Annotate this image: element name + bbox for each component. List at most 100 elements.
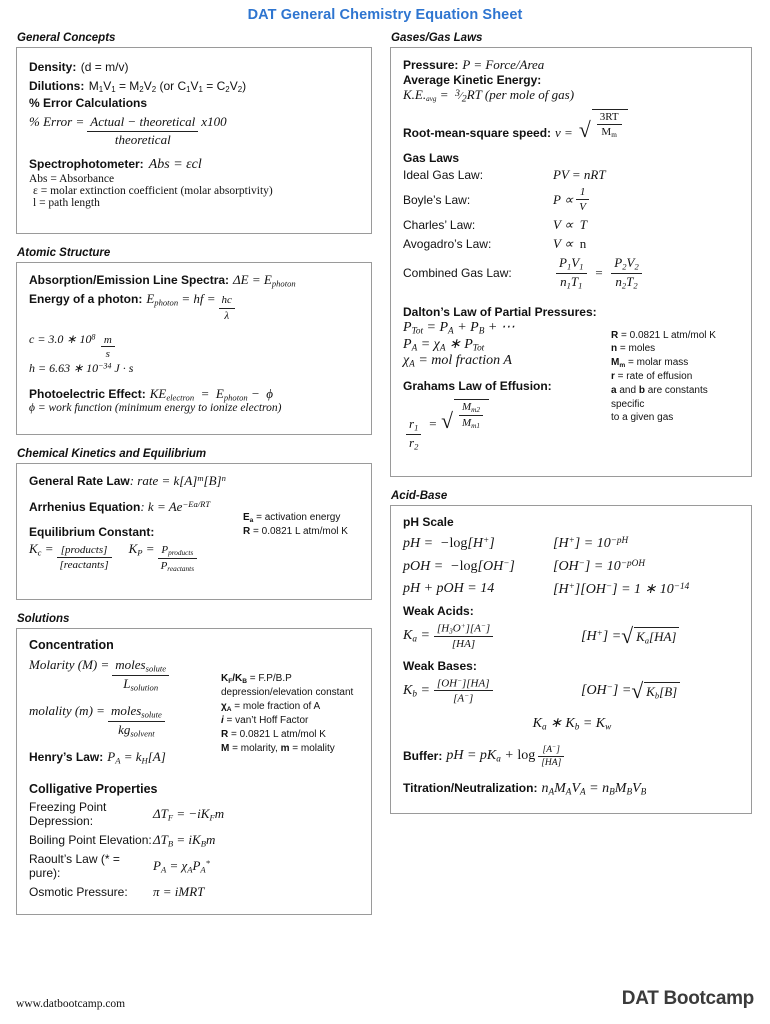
- pressure-row: Pressure: P = Force/Area: [403, 57, 741, 73]
- titration-row: Titration/Neutralization: nAMAVA = nBMBV…: [403, 781, 741, 797]
- colligative-row-freezing: Freezing Point Depression: ΔTF = −iKFm: [29, 800, 361, 828]
- colligative-label: Colligative Properties: [29, 781, 158, 796]
- kc-denominator: [reactants]: [59, 559, 109, 572]
- colligative-row-boiling: Boiling Point Elevation: ΔTB = iKBm: [29, 832, 361, 848]
- website-url[interactable]: www.datbootcamp.com: [16, 998, 125, 1010]
- ka-numerator: [H3O+][A−]: [433, 622, 494, 638]
- gas-law-row-boyle: Boyle’s Law: P ∝ 1 V: [403, 186, 741, 214]
- kc-symbol: Kc =: [29, 541, 54, 558]
- combined-right-fraction: P2V2 n2T2: [611, 255, 642, 291]
- osmotic-pressure-equation: π = iMRT: [153, 884, 205, 900]
- kinetics-note-r: R = 0.0821 L atm/mol K: [243, 526, 348, 538]
- raoults-law-label: Raoult’s Law (* = pure):: [29, 852, 120, 881]
- kp-fraction: Pproducts Preactants: [157, 544, 198, 574]
- buffer-denominator: [HA]: [541, 758, 562, 769]
- titration-label: Titration/Neutralization:: [403, 781, 538, 795]
- percent-error-equation: % Error = Actual − theoretical theoretic…: [29, 114, 361, 147]
- kw-relation: [H+][OH−] = 1 ∗ 10−14: [553, 580, 690, 598]
- colligative-row-raoult: Raoult’s Law (* = pure): PA = χAPA*: [29, 852, 361, 880]
- photon-energy-equation: Ephoton = hf =: [146, 291, 216, 308]
- dalton-equation-2: PA = χA ∗ PTot: [403, 336, 485, 353]
- graham-den: r2: [409, 434, 419, 451]
- avogadros-law-label: Avogadro’s Law:: [403, 236, 492, 251]
- buffer-fraction: [A−] [HA]: [538, 744, 565, 769]
- rms-radicand: 3RT Mm: [591, 108, 628, 139]
- buffer-label: Buffer:: [403, 749, 443, 764]
- section-heading-gases: Gases/Gas Laws: [391, 32, 483, 44]
- constant-h: h = 6.63 ∗ 10−34 J · s: [29, 360, 134, 375]
- molarity-fraction: molessolute Lsolution: [112, 658, 170, 693]
- equation-sheet-page: DAT General Chemistry Equation Sheet Gen…: [0, 0, 770, 1024]
- photon-numerator: hc: [218, 294, 235, 309]
- spectro-note-epsilon: ε = molar extinction coefficient (molar …: [33, 185, 273, 198]
- h-from-ka: [H+] = √ Ka[HA]: [581, 625, 680, 647]
- kp-denominator: Preactants: [160, 560, 195, 574]
- section-heading-atomic-structure: Atomic Structure: [17, 247, 111, 260]
- boyles-fraction: 1 V: [576, 186, 589, 214]
- boyles-denominator: V: [579, 201, 586, 214]
- solutions-note-r: R = 0.0821 L atm/mol K: [221, 728, 326, 740]
- dalton-equation-1: PTot = PA + PB + ⋯: [403, 319, 515, 336]
- rate-law-equation: : rate = k[A]m[B]n: [129, 473, 226, 489]
- kb-expression: Kb = [OH−][HA] [A−]: [403, 677, 581, 705]
- kinetic-energy-lhs: K.E.avg =: [403, 87, 455, 103]
- kinetic-energy-label: Average Kinetic Energy:: [403, 73, 542, 87]
- kinetic-energy-rest: RT (per mole of gas): [466, 87, 575, 102]
- kp-symbol: KP =: [128, 541, 155, 558]
- photon-hc-lambda-fraction: hc λ: [218, 294, 235, 322]
- arrhenius-row: Arrhenius Equation : k = Ae−Ea/RT: [29, 499, 237, 515]
- ka-row: Ka = [H3O+][A−] [HA] [H+] = √ Ka[HA]: [403, 622, 741, 651]
- kb-denominator: [A−]: [453, 692, 474, 705]
- molality-row: molality (m) = molessolute kgsolvent: [29, 703, 215, 739]
- graham-radicand: Mm2 Mm1: [454, 398, 490, 430]
- solutions-note-i: i = van’t Hoff Factor: [221, 715, 309, 727]
- graham-inner-num: Mm2: [459, 401, 484, 416]
- graham-radical: √ Mm2 Mm1: [441, 398, 490, 432]
- photoelectric-label: Photoelectric Effect:: [29, 386, 146, 401]
- osmotic-pressure-label: Osmotic Pressure:: [29, 885, 128, 900]
- graham-inner-fraction: Mm2 Mm1: [459, 401, 484, 430]
- section-heading-solutions: Solutions: [17, 613, 70, 626]
- kc-numerator: [products]: [56, 544, 112, 559]
- ka-fraction: [H3O+][A−] [HA]: [433, 622, 494, 651]
- solutions-note-m: M = molarity, m = molality: [221, 742, 335, 754]
- rms-speed-lhs: v =: [555, 124, 573, 140]
- equilibrium-constant-label: Equilibrium Constant:: [29, 525, 155, 540]
- boyles-numerator: 1: [576, 186, 589, 201]
- buffer-lhs: pH = pKa + log: [446, 748, 536, 765]
- percent-error-denominator: theoretical: [114, 131, 171, 147]
- boiling-point-equation: ΔTB = iKBm: [153, 831, 216, 849]
- graham-num: r1: [406, 416, 422, 435]
- combined-left-fraction: P1V1 n1T1: [556, 255, 587, 291]
- percent-error-fraction: Actual − theoretical theoretical: [87, 114, 199, 147]
- two-column-layout: General Concepts Density: (d = m/v) Dilu…: [16, 32, 754, 928]
- line-spectra-equation: ΔE = Ephoton: [233, 272, 296, 289]
- left-column: General Concepts Density: (d = m/v) Dilu…: [16, 32, 372, 928]
- arrhenius-equation: : k = Ae−Ea/RT: [140, 499, 211, 515]
- gas-laws-label: Gas Laws: [403, 150, 460, 165]
- charles-law-equation: V ∝ T: [553, 216, 587, 232]
- ka-radical: √ Ka[HA]: [621, 625, 680, 647]
- gases-note-mm: Mm = molar mass: [611, 357, 689, 369]
- box-atomic-structure: Absorption/Emission Line Spectra: ΔE = E…: [16, 262, 372, 436]
- gas-law-row-combined: Combined Gas Law: P1V1 n1T1 = P2V2 n2T2: [403, 255, 741, 291]
- percent-error-numerator: Actual − theoretical: [87, 114, 199, 132]
- molarity-denominator: Lsolution: [123, 676, 159, 693]
- boiling-point-label: Boiling Point Elevation:: [29, 832, 152, 847]
- graham-equals: =: [428, 415, 438, 431]
- gases-note-n: n = moles: [611, 343, 656, 355]
- section-heading-general-concepts: General Concepts: [17, 32, 116, 44]
- rms-numerator: 3RT: [596, 111, 622, 126]
- rms-radical: √ 3RT Mm: [579, 108, 628, 141]
- grahams-law-equation: r1 r2 = √ Mm2 Mm1: [403, 398, 601, 452]
- h-from-ka-lhs: [H+] =: [581, 627, 622, 644]
- kb-radicand: Kb[B]: [644, 681, 681, 700]
- spectrophotometer-line: Spectrophotometer: Abs = εcl: [29, 157, 361, 173]
- kb-lhs: Kb =: [403, 682, 430, 699]
- radical-glyph-kb: √: [631, 678, 644, 703]
- ideal-gas-law-equation: PV = nRT: [553, 166, 606, 182]
- pressure-label: Pressure:: [403, 58, 459, 72]
- pressure-equation: P = Force/Area: [462, 57, 545, 72]
- spectrophotometer-label: Spectrophotometer:: [29, 157, 144, 172]
- constant-c-unit-num: m: [103, 334, 112, 347]
